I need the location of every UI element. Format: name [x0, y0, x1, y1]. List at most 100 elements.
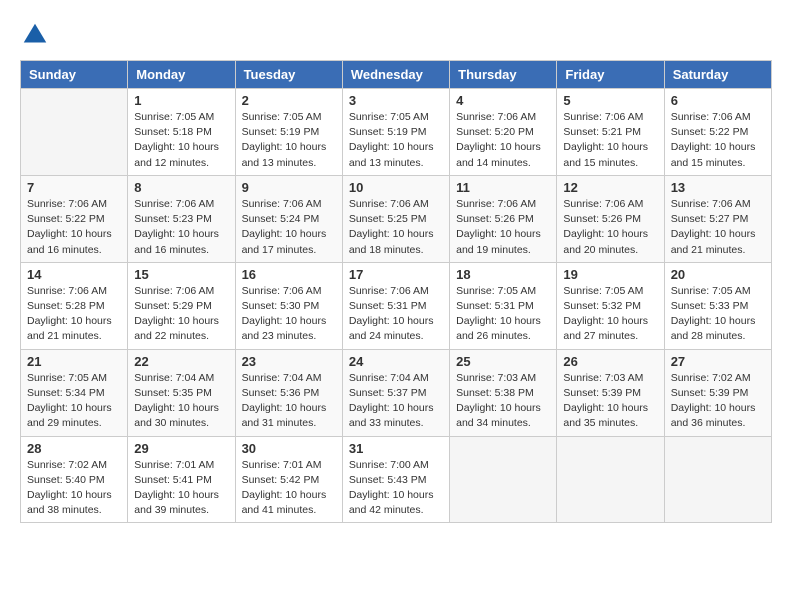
day-header-wednesday: Wednesday — [342, 61, 449, 89]
calendar-cell: 6Sunrise: 7:06 AMSunset: 5:22 PMDaylight… — [664, 89, 771, 176]
calendar-cell: 4Sunrise: 7:06 AMSunset: 5:20 PMDaylight… — [450, 89, 557, 176]
calendar-cell: 9 Sunrise: 7:06 AMSunset: 5:24 PMDaylight… — [235, 175, 342, 262]
day-number: 24 — [349, 354, 443, 369]
day-number: 18 — [456, 267, 550, 282]
day-number: 12 — [563, 180, 657, 195]
calendar-cell: 7 Sunrise: 7:06 AMSunset: 5:22 PMDaylight… — [21, 175, 128, 262]
day-number: 5 — [563, 93, 657, 108]
day-info: Sunrise: 7:05 AMSunset: 5:31 PMDaylight:… — [456, 284, 550, 345]
day-number: 11 — [456, 180, 550, 195]
week-row-4: 21 Sunrise: 7:05 AMSunset: 5:34 PMDayligh… — [21, 349, 772, 436]
calendar-cell: 27 Sunrise: 7:02 AMSunset: 5:39 PMDayligh… — [664, 349, 771, 436]
calendar-body: 1Sunrise: 7:05 AMSunset: 5:18 PMDaylight… — [21, 89, 772, 523]
day-info: Sunrise: 7:06 AMSunset: 5:23 PMDaylight:… — [134, 197, 228, 258]
day-info: Sunrise: 7:06 AMSunset: 5:24 PMDaylight:… — [242, 197, 336, 258]
day-info: Sunrise: 7:06 AMSunset: 5:25 PMDaylight:… — [349, 197, 443, 258]
calendar-cell: 29Sunrise: 7:01 AMSunset: 5:41 PMDayligh… — [128, 436, 235, 523]
day-info: Sunrise: 7:06 AMSunset: 5:21 PMDaylight:… — [563, 110, 657, 171]
calendar-cell: 31 Sunrise: 7:00 AMSunset: 5:43 PMDayligh… — [342, 436, 449, 523]
day-number: 22 — [134, 354, 228, 369]
day-header-sunday: Sunday — [21, 61, 128, 89]
day-info: Sunrise: 7:02 AMSunset: 5:39 PMDaylight:… — [671, 371, 765, 432]
logo-icon — [20, 20, 50, 50]
day-number: 19 — [563, 267, 657, 282]
day-info: Sunrise: 7:02 AMSunset: 5:40 PMDaylight:… — [27, 458, 121, 519]
day-info: Sunrise: 7:06 AMSunset: 5:20 PMDaylight:… — [456, 110, 550, 171]
week-row-5: 28 Sunrise: 7:02 AMSunset: 5:40 PMDayligh… — [21, 436, 772, 523]
calendar-cell: 26Sunrise: 7:03 AMSunset: 5:39 PMDayligh… — [557, 349, 664, 436]
day-number: 27 — [671, 354, 765, 369]
calendar-cell: 17 Sunrise: 7:06 AMSunset: 5:31 PMDayligh… — [342, 262, 449, 349]
day-info: Sunrise: 7:00 AMSunset: 5:43 PMDaylight:… — [349, 458, 443, 519]
day-info: Sunrise: 7:06 AMSunset: 5:29 PMDaylight:… — [134, 284, 228, 345]
calendar-cell: 12 Sunrise: 7:06 AMSunset: 5:26 PMDayligh… — [557, 175, 664, 262]
calendar-cell: 28 Sunrise: 7:02 AMSunset: 5:40 PMDayligh… — [21, 436, 128, 523]
day-number: 30 — [242, 441, 336, 456]
day-info: Sunrise: 7:03 AMSunset: 5:38 PMDaylight:… — [456, 371, 550, 432]
week-row-1: 1Sunrise: 7:05 AMSunset: 5:18 PMDaylight… — [21, 89, 772, 176]
day-number: 2 — [242, 93, 336, 108]
day-info: Sunrise: 7:06 AMSunset: 5:22 PMDaylight:… — [27, 197, 121, 258]
calendar-cell: 22 Sunrise: 7:04 AMSunset: 5:35 PMDayligh… — [128, 349, 235, 436]
day-info: Sunrise: 7:05 AMSunset: 5:19 PMDaylight:… — [349, 110, 443, 171]
day-number: 13 — [671, 180, 765, 195]
day-number: 8 — [134, 180, 228, 195]
week-row-2: 7 Sunrise: 7:06 AMSunset: 5:22 PMDaylight… — [21, 175, 772, 262]
day-number: 25 — [456, 354, 550, 369]
week-row-3: 14 Sunrise: 7:06 AMSunset: 5:28 PMDayligh… — [21, 262, 772, 349]
day-info: Sunrise: 7:05 AMSunset: 5:33 PMDaylight:… — [671, 284, 765, 345]
day-info: Sunrise: 7:06 AMSunset: 5:26 PMDaylight:… — [563, 197, 657, 258]
day-header-thursday: Thursday — [450, 61, 557, 89]
day-number: 10 — [349, 180, 443, 195]
day-info: Sunrise: 7:01 AMSunset: 5:41 PMDaylight:… — [134, 458, 228, 519]
day-info: Sunrise: 7:04 AMSunset: 5:35 PMDaylight:… — [134, 371, 228, 432]
calendar-cell: 20 Sunrise: 7:05 AMSunset: 5:33 PMDayligh… — [664, 262, 771, 349]
day-number: 17 — [349, 267, 443, 282]
logo — [20, 20, 54, 50]
day-number: 28 — [27, 441, 121, 456]
day-number: 16 — [242, 267, 336, 282]
calendar-cell: 15 Sunrise: 7:06 AMSunset: 5:29 PMDayligh… — [128, 262, 235, 349]
day-info: Sunrise: 7:01 AMSunset: 5:42 PMDaylight:… — [242, 458, 336, 519]
day-info: Sunrise: 7:05 AMSunset: 5:34 PMDaylight:… — [27, 371, 121, 432]
calendar-cell: 25 Sunrise: 7:03 AMSunset: 5:38 PMDayligh… — [450, 349, 557, 436]
calendar-cell: 24 Sunrise: 7:04 AMSunset: 5:37 PMDayligh… — [342, 349, 449, 436]
day-info: Sunrise: 7:06 AMSunset: 5:27 PMDaylight:… — [671, 197, 765, 258]
calendar-cell: 2 Sunrise: 7:05 AMSunset: 5:19 PMDaylight… — [235, 89, 342, 176]
day-info: Sunrise: 7:04 AMSunset: 5:37 PMDaylight:… — [349, 371, 443, 432]
day-number: 20 — [671, 267, 765, 282]
calendar-cell: 5 Sunrise: 7:06 AMSunset: 5:21 PMDaylight… — [557, 89, 664, 176]
calendar-cell: 10 Sunrise: 7:06 AMSunset: 5:25 PMDayligh… — [342, 175, 449, 262]
calendar-cell: 11Sunrise: 7:06 AMSunset: 5:26 PMDayligh… — [450, 175, 557, 262]
calendar-cell: 19 Sunrise: 7:05 AMSunset: 5:32 PMDayligh… — [557, 262, 664, 349]
day-info: Sunrise: 7:05 AMSunset: 5:18 PMDaylight:… — [134, 110, 228, 171]
page-header — [20, 20, 772, 50]
day-number: 6 — [671, 93, 765, 108]
calendar-cell: 30 Sunrise: 7:01 AMSunset: 5:42 PMDayligh… — [235, 436, 342, 523]
day-number: 31 — [349, 441, 443, 456]
day-info: Sunrise: 7:05 AMSunset: 5:19 PMDaylight:… — [242, 110, 336, 171]
day-number: 3 — [349, 93, 443, 108]
day-number: 7 — [27, 180, 121, 195]
day-header-tuesday: Tuesday — [235, 61, 342, 89]
day-info: Sunrise: 7:05 AMSunset: 5:32 PMDaylight:… — [563, 284, 657, 345]
calendar-cell: 18 Sunrise: 7:05 AMSunset: 5:31 PMDayligh… — [450, 262, 557, 349]
day-number: 14 — [27, 267, 121, 282]
day-number: 15 — [134, 267, 228, 282]
day-number: 21 — [27, 354, 121, 369]
day-header-friday: Friday — [557, 61, 664, 89]
calendar-table: SundayMondayTuesdayWednesdayThursdayFrid… — [20, 60, 772, 523]
calendar-header-row: SundayMondayTuesdayWednesdayThursdayFrid… — [21, 61, 772, 89]
day-number: 9 — [242, 180, 336, 195]
calendar-cell: 14 Sunrise: 7:06 AMSunset: 5:28 PMDayligh… — [21, 262, 128, 349]
calendar-cell — [664, 436, 771, 523]
day-info: Sunrise: 7:03 AMSunset: 5:39 PMDaylight:… — [563, 371, 657, 432]
calendar-cell — [21, 89, 128, 176]
calendar-cell: 3 Sunrise: 7:05 AMSunset: 5:19 PMDaylight… — [342, 89, 449, 176]
calendar-cell: 1Sunrise: 7:05 AMSunset: 5:18 PMDaylight… — [128, 89, 235, 176]
day-info: Sunrise: 7:04 AMSunset: 5:36 PMDaylight:… — [242, 371, 336, 432]
day-header-saturday: Saturday — [664, 61, 771, 89]
day-info: Sunrise: 7:06 AMSunset: 5:28 PMDaylight:… — [27, 284, 121, 345]
day-info: Sunrise: 7:06 AMSunset: 5:31 PMDaylight:… — [349, 284, 443, 345]
calendar-cell — [557, 436, 664, 523]
